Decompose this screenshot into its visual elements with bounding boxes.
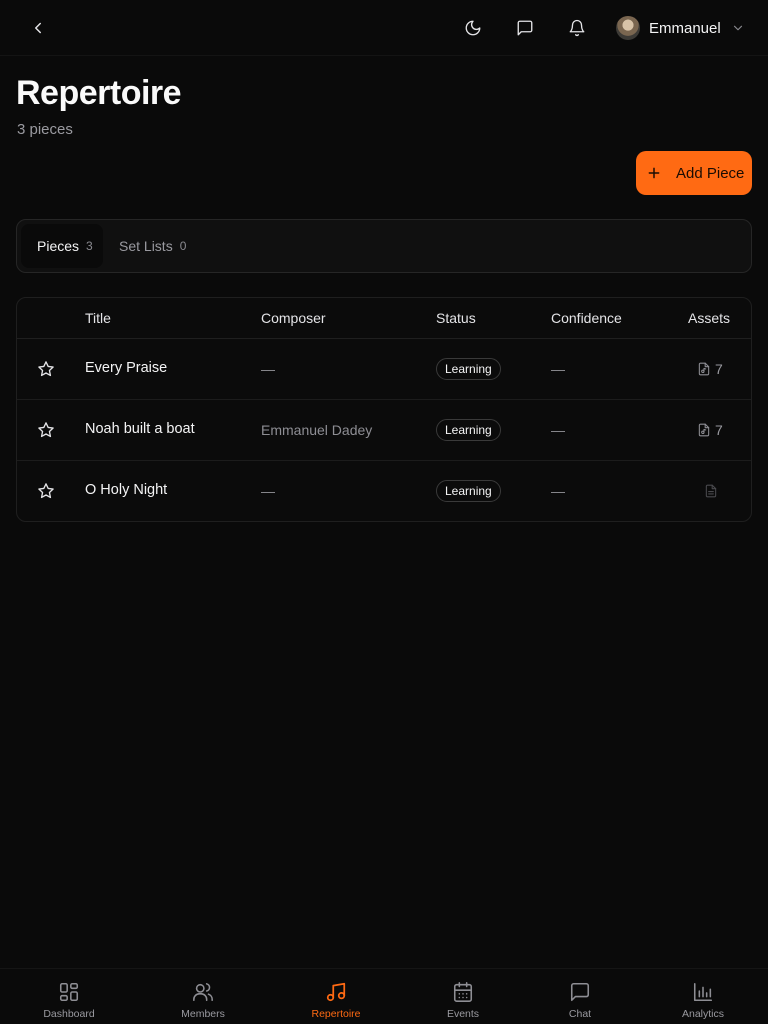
star-icon[interactable]: [37, 360, 57, 380]
nav-dashboard[interactable]: Dashboard: [29, 981, 109, 1024]
assets-count: 7: [715, 422, 723, 438]
avatar: [616, 16, 640, 40]
nav-repertoire[interactable]: Repertoire: [296, 981, 376, 1024]
tab-label: Set Lists: [119, 238, 173, 254]
chat-bubble-icon: [570, 982, 590, 1002]
piece-confidence: —: [551, 483, 565, 499]
column-header-title[interactable]: Title: [85, 310, 111, 326]
tab-count: 3: [86, 239, 93, 253]
column-header-status[interactable]: Status: [436, 310, 476, 326]
message-square-icon: [517, 20, 533, 36]
tab-bar: Pieces 3 Set Lists 0: [16, 219, 752, 273]
piece-title[interactable]: Every Praise: [85, 360, 167, 376]
column-header-composer[interactable]: Composer: [261, 310, 326, 326]
tab-pieces[interactable]: Pieces 3: [21, 224, 103, 268]
back-button[interactable]: [22, 12, 54, 44]
status-badge: Learning: [436, 358, 501, 380]
moon-icon: [465, 20, 481, 36]
chevron-down-icon: [731, 21, 745, 35]
bell-icon: [569, 19, 585, 37]
add-piece-label: Add Piece: [676, 164, 745, 182]
top-bar: Emmanuel: [0, 0, 768, 56]
assets-count: 7: [715, 361, 723, 377]
page-title: Repertoire: [16, 74, 182, 112]
status-badge: Learning: [436, 419, 501, 441]
messages-button[interactable]: [509, 12, 541, 44]
user-name: Emmanuel: [649, 19, 721, 37]
status-badge: Learning: [436, 480, 501, 502]
nav-label: Chat: [568, 1008, 592, 1020]
piece-composer: —: [261, 361, 275, 377]
file-audio-icon: [698, 362, 710, 376]
nav-events[interactable]: Events: [423, 981, 503, 1024]
bar-chart-icon: [693, 982, 713, 1002]
piece-composer: —: [261, 483, 275, 499]
table-row[interactable]: O Holy Night — Learning —: [17, 461, 751, 522]
tab-count: 0: [179, 239, 187, 253]
calendar-icon: [453, 982, 473, 1002]
add-piece-button[interactable]: Add Piece: [636, 151, 752, 195]
star-icon[interactable]: [37, 482, 57, 502]
nav-analytics[interactable]: Analytics: [663, 981, 743, 1024]
nav-chat[interactable]: Chat: [540, 981, 620, 1024]
notifications-button[interactable]: [561, 12, 593, 44]
piece-composer: Emmanuel Dadey: [261, 422, 373, 438]
repertoire-table: Title Composer Status Confidence Assets …: [16, 297, 752, 522]
nav-label: Events: [446, 1008, 480, 1020]
nav-members[interactable]: Members: [163, 981, 243, 1024]
app-root: Emmanuel Repertoire 3 pieces Add Piece P…: [0, 0, 768, 1024]
nav-label: Analytics: [681, 1008, 724, 1020]
theme-toggle-button[interactable]: [457, 12, 489, 44]
star-icon[interactable]: [37, 421, 57, 441]
piece-confidence: —: [551, 422, 565, 438]
piece-title[interactable]: Noah built a boat: [85, 421, 195, 437]
tab-set-lists[interactable]: Set Lists 0: [107, 224, 207, 268]
file-audio-icon: [698, 423, 710, 437]
users-icon: [193, 983, 213, 1002]
piece-title[interactable]: O Holy Night: [85, 482, 167, 498]
music-note-icon: [326, 982, 346, 1002]
user-menu[interactable]: Emmanuel: [616, 14, 745, 42]
column-header-confidence[interactable]: Confidence: [551, 310, 622, 326]
grid-icon: [59, 982, 79, 1002]
file-icon: [705, 484, 717, 498]
table-header: Title Composer Status Confidence Assets: [17, 298, 751, 339]
tab-label: Pieces: [37, 238, 80, 254]
assets-link: [704, 481, 718, 501]
chevron-left-icon: [35, 22, 41, 34]
assets-link[interactable]: 7: [697, 359, 723, 379]
nav-label: Repertoire: [311, 1008, 361, 1020]
plus-icon: [646, 165, 662, 181]
bottom-nav: Dashboard Members Repertoire Events Chat…: [0, 968, 768, 1024]
column-header-assets[interactable]: Assets: [688, 310, 730, 326]
table-row[interactable]: Every Praise — Learning — 7: [17, 339, 751, 400]
piece-confidence: —: [551, 361, 565, 377]
nav-label: Dashboard: [43, 1008, 95, 1020]
table-row[interactable]: Noah built a boat Emmanuel Dadey Learnin…: [17, 400, 751, 461]
assets-link[interactable]: 7: [697, 420, 723, 440]
nav-label: Members: [181, 1008, 225, 1020]
page-subtitle: 3 pieces: [17, 121, 73, 138]
